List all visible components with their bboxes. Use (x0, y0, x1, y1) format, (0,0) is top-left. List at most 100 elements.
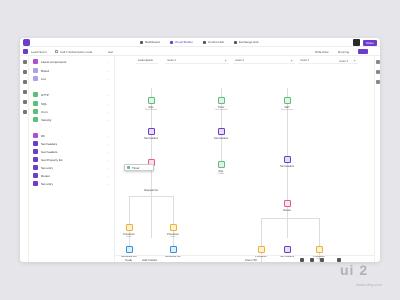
tab-control-hub[interactable]: Control Hub (202, 40, 224, 44)
timer-node[interactable] (218, 97, 225, 104)
search-icon[interactable] (300, 257, 304, 262)
sidebar-item-label: DF (41, 133, 45, 138)
sidebar-item-label: Router (41, 173, 51, 178)
zoom-indicator[interactable]: Zoom 50 (245, 258, 257, 262)
processor-node[interactable] (258, 246, 265, 253)
column-header[interactable]: router 2 + (233, 58, 295, 64)
sql-node[interactable] (218, 161, 225, 168)
chevron-right-icon: › (108, 101, 109, 106)
database-icon[interactable] (22, 100, 27, 104)
sidebar-item[interactable]: Velocity › (29, 116, 115, 123)
node-sub: Read request (144, 109, 157, 111)
node-label: Set headers (280, 165, 294, 168)
running-status: Running (338, 50, 350, 54)
component-icon (33, 68, 38, 73)
column-label: router 3 (300, 59, 309, 62)
set-headers-node[interactable] (284, 246, 291, 253)
left-icon-rail (20, 56, 29, 262)
sidebar-item[interactable]: Set headers › (29, 140, 115, 147)
node-sub: Cron schedule (214, 109, 228, 111)
substitute-api-node[interactable] (126, 246, 133, 253)
sidebar-item[interactable]: DF › (29, 132, 115, 139)
globe-icon[interactable] (22, 70, 27, 74)
folder-icon[interactable] (22, 110, 27, 114)
sidebar-item-label: Velocity (41, 117, 52, 122)
sidebar-item[interactable]: Get Property list › (29, 156, 115, 163)
share-button[interactable]: Share (362, 39, 377, 46)
sidebar-item[interactable]: Set entry › (29, 180, 115, 187)
add-instant-button[interactable]: Add Instant (142, 258, 157, 262)
flow-canvas[interactable]: Lorem ipsum router 1 + router 2 + router 3… (115, 56, 374, 262)
app-logo[interactable] (23, 39, 30, 46)
grid-icon[interactable] (320, 257, 324, 262)
column-label: router 4 (339, 59, 348, 63)
component-icon (33, 157, 38, 162)
share-icon[interactable] (376, 80, 380, 84)
node-sub: Items (126, 236, 132, 238)
settings-icon[interactable] (22, 80, 27, 84)
layers-icon[interactable] (376, 70, 380, 74)
tab-label: Control Hub (207, 40, 224, 44)
breadcrumb-current[interactable]: Call it Subscription node (60, 50, 92, 54)
sidebar-item-label: SQL (41, 101, 48, 106)
home-icon[interactable] (23, 48, 28, 54)
chevron-right-icon: › (108, 173, 109, 178)
router-node[interactable] (284, 200, 291, 207)
column-label: router 1 (167, 59, 176, 62)
fit-icon[interactable] (310, 257, 314, 262)
add-icon[interactable]: + (225, 58, 227, 63)
pen-icon[interactable] (337, 257, 341, 262)
column-header[interactable]: router 1 + (165, 58, 229, 64)
component-sidebar: Latest components › Brand › List › HTTP › SQL › Cr… (29, 56, 115, 262)
add-icon[interactable]: + (291, 58, 293, 63)
processor-node[interactable] (316, 246, 323, 253)
get-node[interactable] (284, 97, 291, 104)
chevron-right-icon: › (108, 117, 109, 122)
set-headers-node[interactable] (284, 156, 291, 163)
tab-dashboard[interactable]: Dashboard (140, 40, 160, 44)
sidebar-item-label: List (41, 76, 46, 81)
workflow-toolbar: Lead Nurtur Call it Subscription node te… (20, 47, 380, 56)
processor-node[interactable] (170, 224, 177, 231)
dragged-timer-chip[interactable]: Timer (124, 164, 154, 171)
checkbox-icon[interactable] (55, 49, 58, 53)
chevron-right-icon: › (108, 68, 109, 73)
tab-visual-builder[interactable]: Visual Builder (169, 40, 193, 44)
column-header[interactable]: Lorem ipsum (136, 58, 158, 64)
watermark-url: www.uibq.com (356, 282, 382, 287)
set-headers-node[interactable] (218, 128, 225, 135)
set-headers-node[interactable] (148, 128, 155, 135)
edit-icon[interactable] (22, 60, 27, 64)
run-button[interactable] (358, 48, 368, 54)
tab-exchange-hub[interactable]: Exchange Hub (234, 40, 259, 44)
sidebar-item[interactable]: Brand › (29, 67, 115, 74)
sidebar-item[interactable]: Get headers › (29, 148, 115, 155)
chevron-right-icon: › (108, 59, 109, 64)
node-label: Router (283, 209, 291, 212)
chevron-right-icon: › (108, 133, 109, 138)
processor-node[interactable] (126, 224, 133, 231)
chevron-right-icon: › (108, 109, 109, 114)
key-icon[interactable] (22, 90, 27, 94)
sidebar-item-label: HTTP (41, 92, 49, 97)
column-header[interactable]: router 4 (337, 58, 365, 64)
sidebar-item[interactable]: Cron › (29, 108, 115, 115)
breadcrumb-root[interactable]: Lead Nurtur (31, 50, 47, 54)
component-icon (33, 133, 38, 138)
app-window: Dashboard Visual Builder Control Hub Exc… (20, 38, 380, 262)
avatar[interactable] (352, 39, 360, 46)
add-icon[interactable] (376, 60, 380, 64)
sidebar-item[interactable]: Router › (29, 172, 115, 179)
sql-node[interactable] (148, 97, 155, 104)
node-label: Set headers (144, 137, 158, 140)
right-icon-rail (374, 56, 380, 262)
code-tab[interactable]: Code (125, 258, 132, 262)
sidebar-item[interactable]: Latest components › (29, 58, 115, 65)
sidebar-item[interactable]: HTTP › (29, 91, 115, 98)
substitute-api-node[interactable] (170, 246, 177, 253)
sidebar-item[interactable]: SQL › (29, 100, 115, 107)
sidebar-item[interactable]: List › (29, 75, 115, 82)
sidebar-item[interactable]: Set entry › (29, 164, 115, 171)
filter-dropdown[interactable]: test (108, 50, 113, 54)
chevron-right-icon: › (108, 76, 109, 81)
